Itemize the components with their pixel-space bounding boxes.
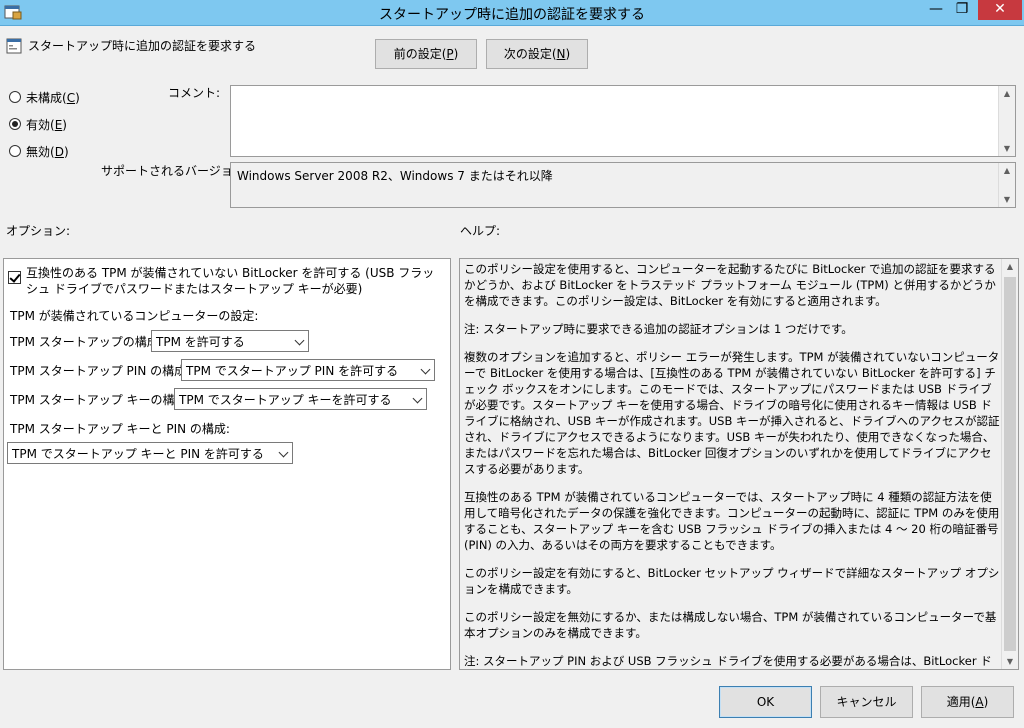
help-paragraph: 注: スタートアップ PIN および USB フラッシュ ドライブを使用する必要… bbox=[464, 654, 992, 667]
help-section-label: ヘルプ: bbox=[460, 224, 501, 238]
supported-scrollbar[interactable]: ▲ ▼ bbox=[998, 163, 1015, 207]
help-scrollbar[interactable]: ▲ ▼ bbox=[1001, 259, 1018, 669]
tpm-key-pin-value: TPM でスタートアップ キーと PIN を許可する bbox=[12, 447, 264, 461]
help-paragraph: このポリシー設定を有効にすると、BitLocker セットアップ ウィザードで詳… bbox=[464, 566, 1000, 596]
tpm-settings-label: TPM が装備されているコンピューターの設定: bbox=[10, 309, 259, 323]
scroll-down-arrow-icon[interactable]: ▼ bbox=[999, 195, 1015, 204]
allow-without-tpm-label: 互換性のある TPM が装備されていない BitLocker を許可する (US… bbox=[26, 266, 435, 296]
close-button[interactable]: ✕ bbox=[978, 0, 1022, 20]
radio-disabled-label: 無効(D) bbox=[26, 145, 69, 159]
allow-without-tpm-checkbox[interactable] bbox=[8, 271, 21, 284]
chevron-down-icon bbox=[294, 335, 305, 346]
help-paragraph: 複数のオプションを追加すると、ポリシー エラーが発生します。TPM が装備されて… bbox=[464, 350, 1000, 476]
tpm-key-value: TPM でスタートアップ キーを許可する bbox=[179, 393, 392, 407]
help-text: このポリシー設定を使用すると、コンピューターを起動するたびに BitLocker… bbox=[464, 261, 1000, 667]
supported-text-box: Windows Server 2008 R2、Windows 7 またはそれ以降… bbox=[230, 162, 1016, 208]
chevron-down-icon bbox=[420, 364, 431, 375]
cancel-button[interactable]: キャンセル bbox=[820, 686, 913, 718]
policy-name-label: スタートアップ時に追加の認証を要求する bbox=[28, 39, 257, 53]
radio-not-configured-control[interactable] bbox=[9, 91, 21, 103]
tpm-pin-label: TPM スタートアップ PIN の構成: bbox=[10, 364, 191, 378]
window-title: スタートアップ時に追加の認証を要求する bbox=[379, 7, 645, 23]
scroll-up-arrow-icon[interactable]: ▲ bbox=[999, 166, 1015, 175]
tpm-key-pin-label: TPM スタートアップ キーと PIN の構成: bbox=[10, 422, 230, 436]
comment-textarea[interactable]: ▲ ▼ bbox=[230, 85, 1016, 157]
options-section-label: オプション: bbox=[6, 224, 71, 238]
tpm-key-label: TPM スタートアップ キーの構成: bbox=[10, 393, 191, 407]
tpm-key-pin-select[interactable]: TPM でスタートアップ キーと PIN を許可する bbox=[7, 442, 293, 464]
comment-label: コメント: bbox=[168, 86, 221, 100]
chevron-down-icon bbox=[278, 447, 289, 458]
help-paragraph: 互換性のある TPM が装備されているコンピューターでは、スタートアップ時に 4… bbox=[464, 490, 1000, 552]
scroll-down-arrow-icon[interactable]: ▼ bbox=[1002, 657, 1018, 666]
radio-enabled-label: 有効(E) bbox=[26, 118, 67, 132]
apply-button[interactable]: 適用(A) bbox=[921, 686, 1014, 718]
supported-value: Windows Server 2008 R2、Windows 7 またはそれ以降 bbox=[237, 169, 553, 183]
tpm-pin-value: TPM でスタートアップ PIN を許可する bbox=[186, 364, 399, 378]
tpm-startup-value: TPM を許可する bbox=[156, 335, 245, 349]
tpm-startup-label: TPM スタートアップの構成: bbox=[10, 335, 163, 349]
radio-enabled[interactable]: 有効(E) bbox=[9, 116, 129, 132]
scroll-up-arrow-icon[interactable]: ▲ bbox=[1002, 262, 1018, 271]
scroll-down-arrow-icon[interactable]: ▼ bbox=[999, 144, 1015, 153]
help-paragraph: 注: スタートアップ時に要求できる追加の認証オプションは 1 つだけです。 bbox=[464, 322, 853, 336]
help-paragraph: このポリシー設定を無効にするか、または構成しない場合、TPM が装備されているコ… bbox=[464, 610, 997, 640]
help-panel: このポリシー設定を使用すると、コンピューターを起動するたびに BitLocker… bbox=[459, 258, 1019, 670]
help-scrollbar-thumb[interactable] bbox=[1004, 277, 1016, 651]
chevron-down-icon bbox=[412, 393, 423, 404]
help-paragraph: このポリシー設定を使用すると、コンピューターを起動するたびに BitLocker… bbox=[464, 262, 996, 308]
tpm-key-select[interactable]: TPM でスタートアップ キーを許可する bbox=[174, 388, 427, 410]
radio-not-configured[interactable]: 未構成(C) bbox=[9, 89, 129, 105]
tpm-startup-select[interactable]: TPM を許可する bbox=[151, 330, 309, 352]
previous-setting-button[interactable]: 前の設定(P) bbox=[375, 39, 477, 69]
radio-disabled-control[interactable] bbox=[9, 145, 21, 157]
ok-button[interactable]: OK bbox=[719, 686, 812, 718]
policy-setting-icon bbox=[6, 38, 22, 54]
maximize-button[interactable]: ❐ bbox=[946, 0, 978, 20]
tpm-pin-select[interactable]: TPM でスタートアップ PIN を許可する bbox=[181, 359, 435, 381]
supported-label: サポートされるバージョン: bbox=[101, 164, 249, 178]
comment-scrollbar[interactable]: ▲ ▼ bbox=[998, 86, 1015, 156]
radio-not-configured-label: 未構成(C) bbox=[26, 91, 80, 105]
next-setting-button[interactable]: 次の設定(N) bbox=[486, 39, 588, 69]
radio-disabled[interactable]: 無効(D) bbox=[9, 143, 129, 159]
radio-enabled-control[interactable] bbox=[9, 118, 21, 130]
options-panel: 互換性のある TPM が装備されていない BitLocker を許可する (US… bbox=[3, 258, 451, 670]
scroll-up-arrow-icon[interactable]: ▲ bbox=[999, 89, 1015, 98]
